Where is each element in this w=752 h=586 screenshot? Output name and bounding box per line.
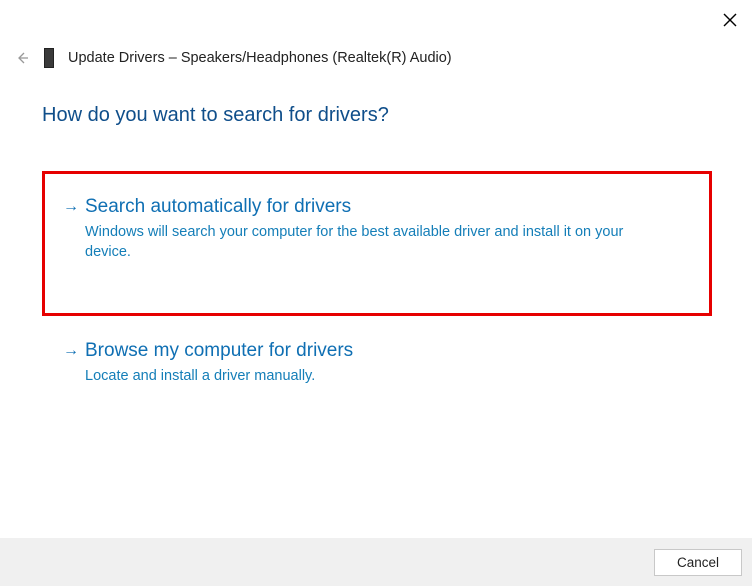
dialog-footer: Cancel	[0, 538, 752, 586]
cancel-button[interactable]: Cancel	[654, 549, 742, 576]
option-header: → Search automatically for drivers	[63, 196, 691, 218]
option-description: Windows will search your computer for th…	[85, 222, 645, 263]
option-browse-computer[interactable]: → Browse my computer for drivers Locate …	[42, 330, 712, 396]
dialog-header: Update Drivers – Speakers/Headphones (Re…	[0, 0, 752, 68]
close-icon	[723, 13, 737, 27]
dialog-title: Update Drivers – Speakers/Headphones (Re…	[68, 50, 452, 66]
arrow-left-icon	[15, 51, 29, 65]
option-header: → Browse my computer for drivers	[63, 340, 694, 362]
option-search-automatically[interactable]: → Search automatically for drivers Windo…	[42, 171, 712, 316]
arrow-right-icon: →	[63, 342, 75, 360]
option-title: Browse my computer for drivers	[85, 340, 353, 362]
dialog-content: How do you want to search for drivers? →…	[0, 68, 752, 396]
option-description: Locate and install a driver manually.	[85, 366, 645, 386]
option-title: Search automatically for drivers	[85, 196, 351, 218]
arrow-right-icon: →	[63, 198, 75, 216]
close-button[interactable]	[720, 10, 740, 30]
question-heading: How do you want to search for drivers?	[42, 104, 712, 127]
back-button[interactable]	[14, 51, 30, 65]
device-icon	[44, 48, 54, 68]
